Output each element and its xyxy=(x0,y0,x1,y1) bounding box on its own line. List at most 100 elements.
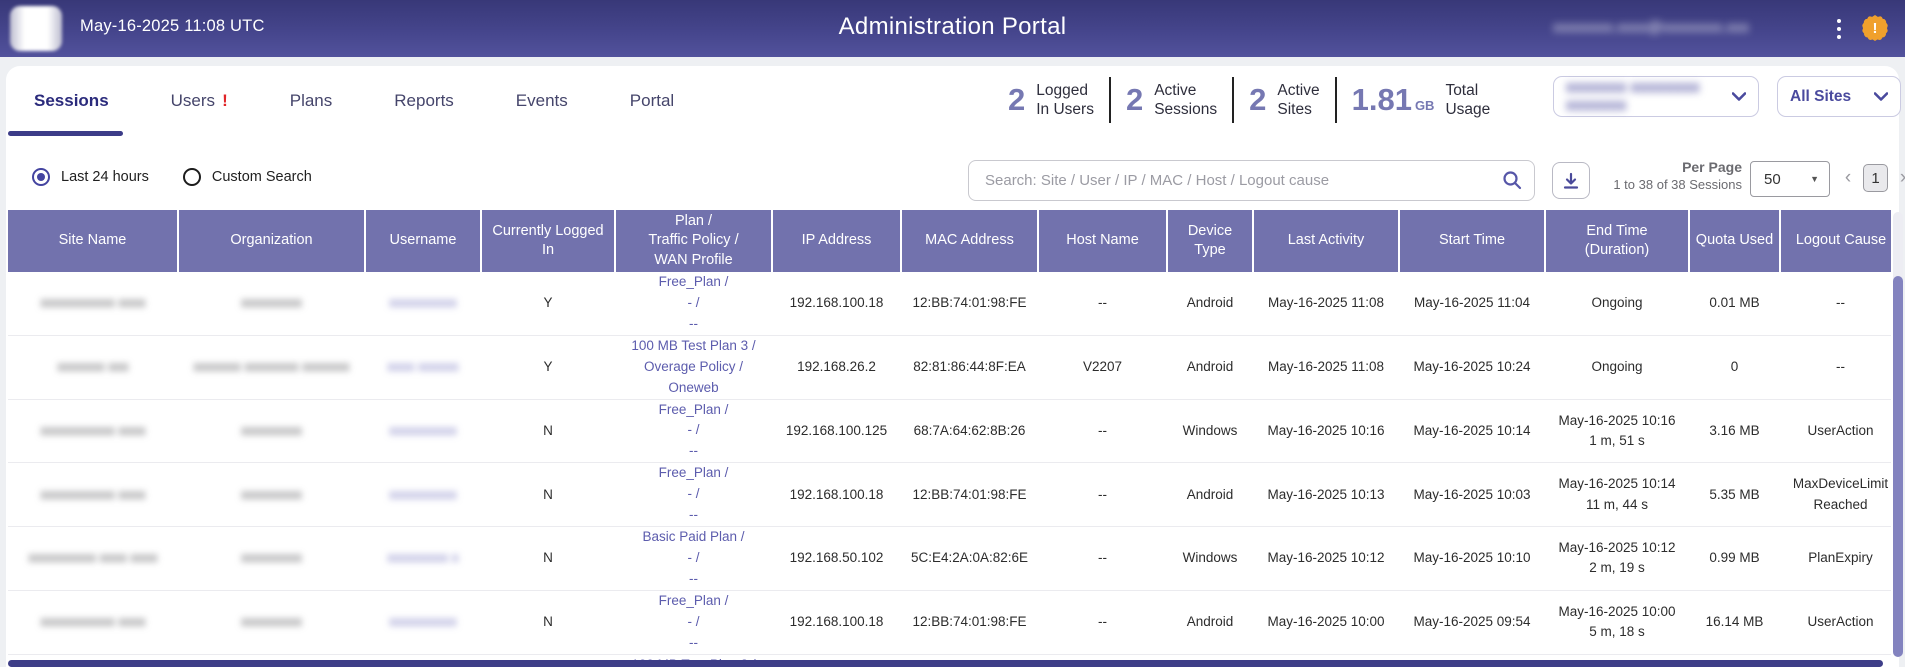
horizontal-scrollbar-thumb[interactable] xyxy=(8,660,1883,667)
cell-site: xxxxxxxxxxx xxxx xyxy=(8,399,178,463)
cell-host: -- xyxy=(1038,399,1167,463)
cell-last: May-16-2025 11:08 xyxy=(1253,335,1399,399)
cell-site: xxxxxxxxxxx xxxx xyxy=(8,272,178,335)
cell-end: Ongoing xyxy=(1545,335,1689,399)
cell-last: May-16-2025 11:08 xyxy=(1253,272,1399,335)
col-header-logged: Currently Logged In xyxy=(481,210,615,272)
cell-device: Android xyxy=(1167,272,1253,335)
cell-end: Ongoing xyxy=(1545,272,1689,335)
cell-username[interactable]: xxxx xxxxxx xyxy=(365,335,481,399)
col-header-cause: Logout Cause xyxy=(1780,210,1891,272)
col-header-site: Site Name xyxy=(8,210,178,272)
cell-plan[interactable]: 100 MB Test Plan 3 /Overage Policy /Onew… xyxy=(615,335,772,399)
cell-logged: N xyxy=(481,463,615,527)
col-header-plan: Plan /Traffic Policy /WAN Profile xyxy=(615,210,772,272)
cell-ip: 192.168.100.18 xyxy=(772,272,901,335)
cell-org: xxxxxxxxx xyxy=(178,527,365,591)
pagination-summary: Per Page 1 to 38 of 38 Sessions xyxy=(1592,159,1742,192)
cell-ip: 192.168.50.102 xyxy=(772,527,901,591)
vertical-scrollbar-thumb[interactable] xyxy=(1893,276,1903,657)
cell-username[interactable]: xxxxxxxxxx xyxy=(365,463,481,527)
user-email[interactable]: xxxxxxxx.xxxx@xxxxxxxx.xxx xyxy=(1553,19,1811,36)
stat-total-usage: 1.81GB TotalUsage xyxy=(1352,81,1491,120)
tab-reports[interactable]: Reports xyxy=(390,66,458,136)
per-page-select[interactable]: 50 ▼ xyxy=(1750,161,1830,197)
col-header-end: End Time(Duration) xyxy=(1545,210,1689,272)
cell-plan[interactable]: Basic Paid Plan /- /-- xyxy=(615,527,772,591)
stat-active-sites: 2 ActiveSites xyxy=(1249,81,1319,120)
col-header-device: Device Type xyxy=(1167,210,1253,272)
cell-device: Android xyxy=(1167,335,1253,399)
kebab-menu-icon[interactable] xyxy=(1828,14,1850,44)
table-row: xxxxxxxxxxx xxxxxxxxxxxxxxxxxxxxxxxYFree… xyxy=(8,272,1891,335)
cell-ip: 192.168.100.18 xyxy=(772,463,901,527)
cell-plan[interactable]: Free_Plan /- /-- xyxy=(615,463,772,527)
cell-quota: 0 xyxy=(1689,335,1780,399)
pager: ‹ 1 › xyxy=(1838,164,1905,192)
table-row: xxxxxxxxxxx xxxxxxxxxxxxxxxxxxxxxxxNFree… xyxy=(8,590,1891,654)
cell-site: xxxxxxx xxx xyxy=(8,335,178,399)
cell-host: -- xyxy=(1038,590,1167,654)
cell-host: -- xyxy=(1038,527,1167,591)
cell-host: -- xyxy=(1038,272,1167,335)
cell-username[interactable]: xxxxxxxxxx xyxy=(365,590,481,654)
cell-quota: 5.35 MB xyxy=(1689,463,1780,527)
range-text: 1 to 38 of 38 Sessions xyxy=(1592,177,1742,192)
table-row: xxxxxxxxxxx xxxxxxxxxxxxxxxxxxxxxxxNFree… xyxy=(8,399,1891,463)
col-header-last: Last Activity xyxy=(1253,210,1399,272)
cell-site: xxxxxxxxxxx xxxx xyxy=(8,463,178,527)
cell-last: May-16-2025 10:00 xyxy=(1253,590,1399,654)
col-header-host: Host Name xyxy=(1038,210,1167,272)
cell-start: May-16-2025 10:24 xyxy=(1399,335,1545,399)
select-caret-icon: ▼ xyxy=(1810,174,1819,184)
cell-cause: -- xyxy=(1780,272,1891,335)
cell-plan[interactable]: Free_Plan /- /-- xyxy=(615,590,772,654)
stat-divider xyxy=(1335,77,1337,123)
cell-org: xxxxxxxxx xyxy=(178,463,365,527)
cell-username[interactable]: xxxxxxxxxx xyxy=(365,272,481,335)
cell-mac: 12:BB:74:01:98:FE xyxy=(901,272,1038,335)
tab-events[interactable]: Events xyxy=(512,66,572,136)
cell-quota: 16.14 MB xyxy=(1689,590,1780,654)
radio-unselected-icon xyxy=(183,168,201,186)
current-page[interactable]: 1 xyxy=(1863,164,1888,192)
col-header-mac: MAC Address xyxy=(901,210,1038,272)
users-alert-icon: ! xyxy=(222,91,228,111)
radio-last-24-hours[interactable]: Last 24 hours xyxy=(32,168,149,186)
cell-logged: N xyxy=(481,399,615,463)
search-input[interactable] xyxy=(968,160,1535,201)
organization-dropdown[interactable]: xxxxxxx xxxxxxxx xxxxxxx xyxy=(1553,76,1759,117)
download-button[interactable] xyxy=(1552,162,1590,199)
cell-host: -- xyxy=(1038,463,1167,527)
chevron-down-icon xyxy=(1874,92,1888,101)
cell-quota: 0.99 MB xyxy=(1689,527,1780,591)
cell-username[interactable]: xxxxxxxxx x xyxy=(365,527,481,591)
cell-mac: 12:BB:74:01:98:FE xyxy=(901,590,1038,654)
cell-plan[interactable]: Free_Plan /- /-- xyxy=(615,399,772,463)
administration-portal-screen: May-16-2025 11:08 UTC Administration Por… xyxy=(0,0,1905,667)
all-sites-dropdown[interactable]: All Sites xyxy=(1777,76,1901,117)
tab-users[interactable]: Users! xyxy=(167,66,232,136)
cell-last: May-16-2025 10:16 xyxy=(1253,399,1399,463)
cell-plan[interactable]: Free_Plan /- /-- xyxy=(615,272,772,335)
tab-plans[interactable]: Plans xyxy=(286,66,337,136)
search-icon[interactable] xyxy=(1502,170,1522,190)
cell-org: xxxxxxxxx xyxy=(178,399,365,463)
cell-cause: PlanExpiry xyxy=(1780,527,1891,591)
cell-start: May-16-2025 10:14 xyxy=(1399,399,1545,463)
table-row: xxxxxxxxxx xxxx xxxxxxxxxxxxxxxxxxxxxx x… xyxy=(8,527,1891,591)
main-nav-tabs: Sessions Users! Plans Reports Events Por… xyxy=(30,66,678,136)
tab-portal[interactable]: Portal xyxy=(626,66,678,136)
prev-page-button[interactable]: ‹ xyxy=(1838,164,1858,192)
next-page-button[interactable]: › xyxy=(1893,164,1905,192)
cell-device: Android xyxy=(1167,590,1253,654)
cell-mac: 12:BB:74:01:98:FE xyxy=(901,463,1038,527)
cell-site: xxxxxxxxxx xxxx xxxx xyxy=(8,527,178,591)
cell-mac: 68:7A:64:62:8B:26 xyxy=(901,399,1038,463)
col-header-start: Start Time xyxy=(1399,210,1545,272)
cell-end: May-16-2025 10:005 m, 18 s xyxy=(1545,590,1689,654)
radio-custom-search[interactable]: Custom Search xyxy=(183,168,312,186)
tab-sessions[interactable]: Sessions xyxy=(30,66,113,136)
cell-username[interactable]: xxxxxxxxxx xyxy=(365,399,481,463)
cell-cause: UserAction xyxy=(1780,399,1891,463)
